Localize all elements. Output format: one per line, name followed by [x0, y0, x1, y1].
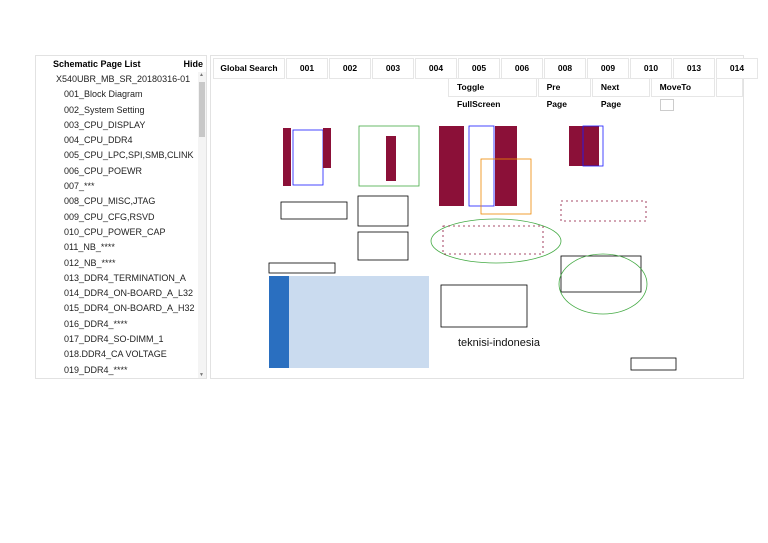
scrollbar-thumb[interactable] — [199, 82, 205, 137]
pin-group — [283, 128, 291, 186]
schematic-drawing — [268, 125, 677, 371]
watermark-text: teknisi-indonesia — [458, 337, 540, 349]
page-list-item[interactable]: 003_CPU_DISPLAY — [36, 118, 198, 133]
scrollbar[interactable]: ▲ ▼ — [198, 72, 206, 378]
scroll-up-icon[interactable]: ▲ — [199, 72, 204, 78]
page-list-item[interactable]: 011_NB_**** — [36, 240, 198, 255]
page-list-item[interactable]: 007_*** — [36, 179, 198, 194]
schematic-canvas[interactable] — [211, 56, 743, 378]
schematic-region — [558, 253, 648, 315]
page-list-item[interactable]: 001_Block Diagram — [36, 87, 198, 102]
schematic-page-list-panel: Schematic Page List Hide X540UBR_MB_SR_2… — [35, 55, 207, 379]
pin-group — [560, 200, 647, 222]
page-list-item[interactable]: 019_DDR4_**** — [36, 363, 198, 378]
schematic-region — [430, 218, 562, 264]
page-list-item[interactable]: 018.DDR4_CA VOLTAGE — [36, 347, 198, 362]
data-table-column — [269, 276, 289, 368]
page-list-item[interactable]: 020_CPU_PCH_CSI2,EMMC — [36, 378, 198, 379]
hide-button[interactable]: Hide — [183, 59, 203, 69]
schematic-block — [357, 231, 409, 261]
schematic-block — [280, 201, 348, 220]
panel-header: Schematic Page List Hide — [36, 56, 206, 71]
page-list-item[interactable]: 017_DDR4_SO-DIMM_1 — [36, 332, 198, 347]
list-root[interactable]: X540UBR_MB_SR_20180316-01 — [36, 72, 198, 87]
pin-group — [442, 225, 544, 255]
page-list-item[interactable]: 014_DDR4_ON-BOARD_A_L32 — [36, 286, 198, 301]
page-list-item[interactable]: 016_DDR4_**** — [36, 317, 198, 332]
pin-group — [323, 128, 331, 168]
page-list-item[interactable]: 009_CPU_CFG,RSVD — [36, 210, 198, 225]
scroll-down-icon[interactable]: ▼ — [199, 372, 204, 378]
page-list: X540UBR_MB_SR_20180316-01 001_Block Diag… — [36, 72, 198, 379]
title-block — [630, 357, 677, 371]
ic-symbol — [292, 129, 324, 186]
page-list-item[interactable]: 015_DDR4_ON-BOARD_A_H32 — [36, 301, 198, 316]
page-list-item[interactable]: 004_CPU_DDR4 — [36, 133, 198, 148]
page-list-item[interactable]: 005_CPU_LPC,SPI,SMB,CLINK — [36, 148, 198, 163]
page-list-item[interactable]: 008_CPU_MISC,JTAG — [36, 194, 198, 209]
page-list-item[interactable]: 010_CPU_POWER_CAP — [36, 225, 198, 240]
page-list-item[interactable]: 006_CPU_POEWR — [36, 164, 198, 179]
ic-symbol — [468, 125, 495, 207]
schematic-block — [357, 195, 409, 227]
schematic-block — [560, 255, 642, 293]
page-list-item[interactable]: 012_NB_**** — [36, 256, 198, 271]
schematic-viewer: Global Search 001 002 003 004 005 006 008 009 010… — [210, 55, 758, 379]
page-list-item[interactable]: 013_DDR4_TERMINATION_A — [36, 271, 198, 286]
schematic-block — [440, 284, 528, 328]
pin-group — [439, 126, 464, 206]
pin-group — [569, 126, 599, 166]
pin-group — [386, 136, 396, 181]
data-table — [269, 276, 429, 368]
pin-group — [495, 126, 517, 206]
panel-title: Schematic Page List — [53, 59, 141, 69]
title-table — [268, 262, 336, 274]
page-list-item[interactable]: 002_System Setting — [36, 103, 198, 118]
